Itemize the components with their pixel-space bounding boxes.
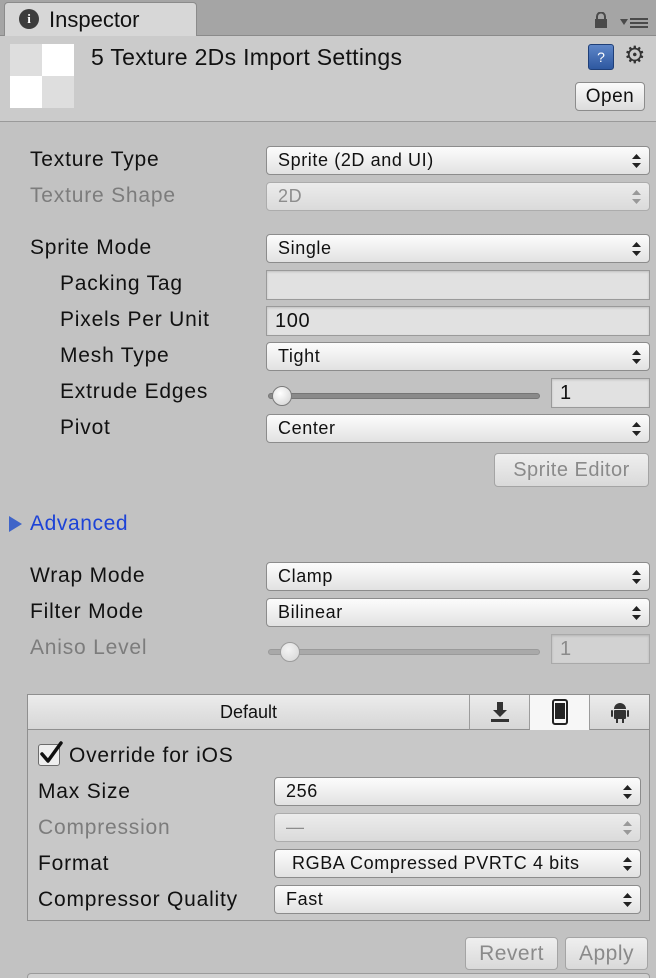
pixels-per-unit-label: Pixels Per Unit [60,308,210,331]
extrude-edges-label: Extrude Edges [60,380,209,403]
wrap-mode-value: Clamp [278,566,334,586]
tab-menu-icon[interactable] [620,16,648,30]
dropdown-arrows-icon [632,154,641,168]
filter-mode-dropdown[interactable]: Bilinear [266,598,650,627]
packing-tag-input[interactable] [266,270,650,300]
dropdown-arrows-icon [632,606,641,620]
format-value: RGBA Compressed PVRTC 4 bits [292,853,580,873]
aniso-level-slider-thumb [280,642,300,662]
gear-icon[interactable]: ⚙ [624,41,654,71]
foldout-arrow-icon[interactable] [9,516,22,532]
platform-settings-panel: Default Override for iOS Max Size 256 Co… [27,694,650,921]
sprite-mode-dropdown[interactable]: Single [266,234,650,263]
extrude-edges-slider-thumb[interactable] [272,386,292,406]
dropdown-arrows-icon [623,893,632,907]
dropdown-arrows-icon [632,422,641,436]
inspector-header: 5 Texture 2Ds Import Settings ? ⚙ Open [0,36,656,122]
texture-shape-label: Texture Shape [30,184,176,207]
android-icon [610,703,629,723]
dropdown-arrows-icon [623,785,632,799]
platform-tab-standalone[interactable] [470,695,530,730]
tab-inspector[interactable]: i Inspector [4,2,197,36]
pivot-value: Center [278,418,336,438]
wrap-mode-label: Wrap Mode [30,564,146,587]
compression-label: Compression [38,816,171,839]
help-book-icon[interactable]: ? [588,44,614,70]
filter-mode-label: Filter Mode [30,600,144,623]
extrude-edges-input[interactable]: 1 [551,378,650,408]
max-size-value: 256 [286,781,318,801]
filter-mode-value: Bilinear [278,602,343,622]
texture-type-label: Texture Type [30,148,160,171]
aniso-level-label: Aniso Level [30,636,148,659]
texture-type-dropdown[interactable]: Sprite (2D and UI) [266,146,650,175]
info-icon: i [19,9,39,29]
wrap-mode-dropdown[interactable]: Clamp [266,562,650,591]
pivot-label: Pivot [60,416,111,439]
sprite-mode-value: Single [278,238,332,258]
compressor-quality-dropdown[interactable]: Fast [274,885,641,914]
platform-tab-default[interactable]: Default [28,695,470,730]
max-size-label: Max Size [38,780,131,803]
texture-shape-value: 2D [278,186,303,206]
format-label: Format [38,852,110,875]
compression-dropdown: — [274,813,641,842]
advanced-foldout[interactable]: Advanced [30,512,128,536]
download-icon [490,702,509,722]
mesh-type-dropdown[interactable]: Tight [266,342,650,371]
aniso-level-input: 1 [551,634,650,664]
compression-value: — [286,817,305,837]
texture-type-value: Sprite (2D and UI) [278,150,434,170]
dropdown-arrows-icon [623,857,632,871]
phone-icon [551,699,568,725]
mesh-type-label: Mesh Type [60,344,170,367]
compressor-quality-value: Fast [286,889,324,909]
packing-tag-label: Packing Tag [60,272,183,295]
platform-tab-android[interactable] [590,695,649,730]
pixels-per-unit-input[interactable]: 100 [266,306,650,336]
lock-icon[interactable] [594,12,608,28]
dropdown-arrows-icon [632,190,641,204]
dropdown-arrows-icon [632,242,641,256]
platform-tab-ios[interactable] [530,695,590,730]
compressor-quality-label: Compressor Quality [38,888,238,911]
tab-bar: i Inspector [0,0,656,36]
format-dropdown[interactable]: RGBA Compressed PVRTC 4 bits [274,849,641,878]
texture-thumbnail [10,44,74,108]
texture-shape-dropdown: 2D [266,182,650,211]
revert-button[interactable]: Revert [465,937,558,970]
override-ios-checkbox[interactable] [38,741,63,766]
tab-inspector-label: Inspector [49,7,140,32]
dropdown-arrows-icon [632,350,641,364]
dropdown-arrows-icon [623,821,632,835]
checkmark-icon [40,741,63,763]
bottom-panel-edge [27,973,650,978]
max-size-dropdown[interactable]: 256 [274,777,641,806]
dropdown-arrows-icon [632,570,641,584]
sprite-mode-label: Sprite Mode [30,236,153,259]
header-title: 5 Texture 2Ds Import Settings [91,44,403,70]
override-ios-label[interactable]: Override for iOS [69,744,234,768]
aniso-level-slider-track [268,649,540,655]
apply-button[interactable]: Apply [565,937,648,970]
sprite-editor-button[interactable]: Sprite Editor [494,453,649,487]
extrude-edges-slider-track[interactable] [268,393,540,399]
platform-tabs: Default [28,695,649,730]
mesh-type-value: Tight [278,346,321,366]
open-button[interactable]: Open [575,82,645,111]
pivot-dropdown[interactable]: Center [266,414,650,443]
